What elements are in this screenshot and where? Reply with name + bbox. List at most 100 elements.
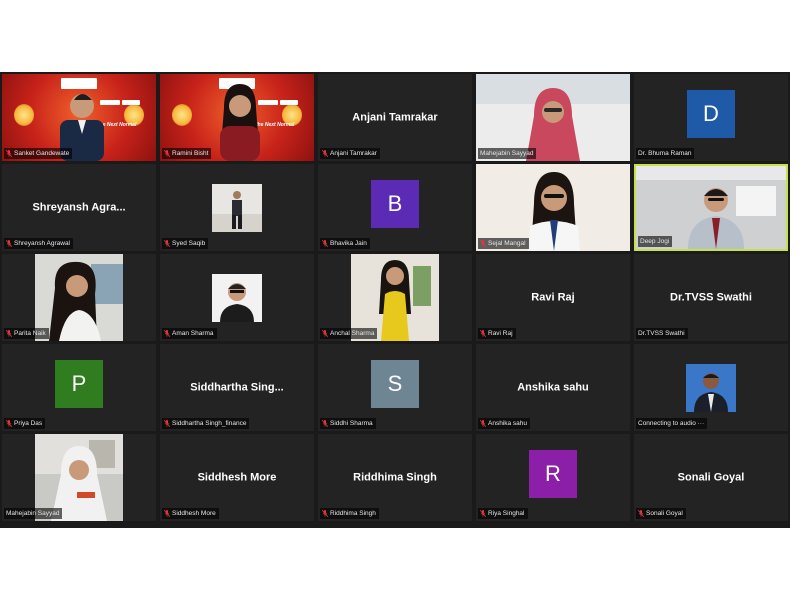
participant-name-label: Anchal Sharma bbox=[320, 328, 378, 339]
participant-name-label: Priya Das bbox=[4, 418, 46, 429]
participant-name: Mahejabin Sayyad bbox=[480, 150, 534, 157]
avatar-initial: R bbox=[529, 450, 577, 498]
participant-tile[interactable]: Anshika sahu Anshika sahu bbox=[476, 344, 630, 431]
participant-name: Ramini Bisht bbox=[172, 150, 209, 157]
muted-mic-icon bbox=[480, 510, 486, 517]
participant-name-label: Sonali Goyal bbox=[636, 508, 686, 519]
participant-name: Anshika sahu bbox=[488, 420, 528, 427]
participant-tile[interactable]: D Dr. Bhuma Raman bbox=[634, 74, 788, 161]
participant-name-label: Deep Jogi bbox=[638, 236, 673, 247]
muted-mic-icon bbox=[6, 330, 12, 337]
muted-mic-icon bbox=[322, 240, 328, 247]
participant-name-label: Siddhartha Singh_finance bbox=[162, 418, 250, 429]
participant-name-label: Siddhesh More bbox=[162, 508, 219, 519]
participant-tile[interactable]: Deep Jogi bbox=[634, 164, 788, 251]
participant-tile[interactable]: B Bhavika Jain bbox=[318, 164, 472, 251]
participant-name-label: Riya Singhal bbox=[478, 508, 528, 519]
muted-mic-icon bbox=[6, 420, 12, 427]
participant-name-label: Ramini Bisht bbox=[162, 148, 212, 159]
participant-name-label: Bhavika Jain bbox=[320, 238, 370, 249]
participant-tile[interactable]: Sejal Mangal bbox=[476, 164, 630, 251]
participant-name-label: Dr. Bhuma Raman bbox=[636, 148, 695, 159]
avatar-initial: P bbox=[55, 360, 103, 408]
participant-tile[interactable]: the Next Normal Sanket Gandewate bbox=[2, 74, 156, 161]
participant-display-name: Shreyansh Agra... bbox=[32, 200, 126, 213]
participant-tile[interactable]: Dr.TVSS Swathi Dr.TVSS Swathi bbox=[634, 254, 788, 341]
participant-name: Shreyansh Agrawal bbox=[14, 240, 71, 247]
muted-mic-icon bbox=[164, 150, 170, 157]
participant-tile[interactable]: Connecting to audio ··· bbox=[634, 344, 788, 431]
participant-name-label: Syed Saqib bbox=[162, 238, 209, 249]
participant-display-name: Ravi Raj bbox=[531, 290, 575, 303]
participant-name: Riddhima Singh bbox=[330, 510, 376, 517]
avatar-initial: S bbox=[371, 360, 419, 408]
participant-tile[interactable]: Shreyansh Agra... Shreyansh Agrawal bbox=[2, 164, 156, 251]
participant-name-label: Siddhi Sharma bbox=[320, 418, 376, 429]
avatar-initial: B bbox=[371, 180, 419, 228]
participant-tile[interactable]: Siddhartha Sing... Siddhartha Singh_finan… bbox=[160, 344, 314, 431]
muted-mic-icon bbox=[480, 420, 486, 427]
participant-name: Priya Das bbox=[14, 420, 43, 427]
participant-name: Aman Sharma bbox=[172, 330, 214, 337]
participant-display-name: Anshika sahu bbox=[517, 380, 589, 393]
muted-mic-icon bbox=[164, 510, 170, 517]
participant-display-name: Sonali Goyal bbox=[677, 470, 745, 483]
participant-name-label: Riddhima Singh bbox=[320, 508, 379, 519]
profile-picture bbox=[212, 184, 262, 232]
participant-tile[interactable]: Aman Sharma bbox=[160, 254, 314, 341]
muted-mic-icon bbox=[322, 510, 328, 517]
participant-tile[interactable]: Anchal Sharma bbox=[318, 254, 472, 341]
participant-name: Bhavika Jain bbox=[330, 240, 367, 247]
participant-display-name: Dr.TVSS Swathi bbox=[670, 290, 752, 303]
participant-name: Ravi Raj bbox=[488, 330, 513, 337]
participant-tile[interactable]: Parita Naik bbox=[2, 254, 156, 341]
participant-name-label: Sanket Gandewate bbox=[4, 148, 73, 159]
participant-tile[interactable]: S Siddhi Sharma bbox=[318, 344, 472, 431]
participant-name: Siddhi Sharma bbox=[330, 420, 373, 427]
participant-display-name: Siddhartha Sing... bbox=[190, 380, 284, 393]
avatar-initial: D bbox=[687, 90, 735, 138]
muted-mic-icon bbox=[6, 240, 12, 247]
participant-tile[interactable]: Mahejabin Sayyad bbox=[476, 74, 630, 161]
participant-name: Anjani Tamrakar bbox=[330, 150, 377, 157]
participant-name: Sonali Goyal bbox=[646, 510, 683, 517]
participant-name: Parita Naik bbox=[14, 330, 46, 337]
participant-name: Siddhesh More bbox=[172, 510, 216, 517]
participant-tile[interactable]: P Priya Das bbox=[2, 344, 156, 431]
participant-name: Sejal Mangal bbox=[488, 240, 526, 247]
participant-tile[interactable]: Ravi Raj Ravi Raj bbox=[476, 254, 630, 341]
muted-mic-icon bbox=[480, 330, 486, 337]
participant-name-label: Dr.TVSS Swathi bbox=[636, 328, 688, 339]
participant-name-label: Shreyansh Agrawal bbox=[4, 238, 74, 249]
participant-name-label: Ravi Raj bbox=[478, 328, 516, 339]
participant-name: Siddhartha Singh_finance bbox=[172, 420, 247, 427]
participant-tile[interactable]: the Next Normal Ramini Bisht bbox=[160, 74, 314, 161]
participant-tile[interactable]: R Riya Singhal bbox=[476, 434, 630, 521]
muted-mic-icon bbox=[322, 150, 328, 157]
participant-tile[interactable]: Siddhesh More Siddhesh More bbox=[160, 434, 314, 521]
participant-name: Mahejabin Sayyad bbox=[6, 510, 60, 517]
participant-name: Anchal Sharma bbox=[330, 330, 375, 337]
participant-name-label: Sejal Mangal bbox=[478, 238, 529, 249]
participant-display-name: Riddhima Singh bbox=[353, 470, 437, 483]
participant-tile[interactable]: Syed Saqib bbox=[160, 164, 314, 251]
participant-name-label: Mahejabin Sayyad bbox=[478, 148, 537, 159]
participant-tile[interactable]: Anjani Tamrakar Anjani Tamrakar bbox=[318, 74, 472, 161]
participant-name-label: Parita Naik bbox=[4, 328, 49, 339]
participant-name: Syed Saqib bbox=[172, 240, 206, 247]
participant-name-label: Connecting to audio ··· bbox=[636, 418, 708, 429]
participant-name: Deep Jogi bbox=[640, 238, 670, 245]
video-gallery: the Next Normal Sanket Gandewate the Next … bbox=[0, 72, 790, 528]
muted-mic-icon bbox=[164, 240, 170, 247]
participant-tile[interactable]: Mahejabin Sayyad bbox=[2, 434, 156, 521]
muted-mic-icon bbox=[322, 420, 328, 427]
muted-mic-icon bbox=[164, 420, 170, 427]
participant-name: Sanket Gandewate bbox=[14, 150, 70, 157]
participant-name-label: Aman Sharma bbox=[162, 328, 217, 339]
participant-name: Connecting to audio ··· bbox=[638, 420, 705, 427]
participant-tile[interactable]: Sonali Goyal Sonali Goyal bbox=[634, 434, 788, 521]
participant-tile[interactable]: Riddhima Singh Riddhima Singh bbox=[318, 434, 472, 521]
participant-name: Riya Singhal bbox=[488, 510, 525, 517]
participant-name-label: Anshika sahu bbox=[478, 418, 531, 429]
participant-name: Dr.TVSS Swathi bbox=[638, 330, 685, 337]
